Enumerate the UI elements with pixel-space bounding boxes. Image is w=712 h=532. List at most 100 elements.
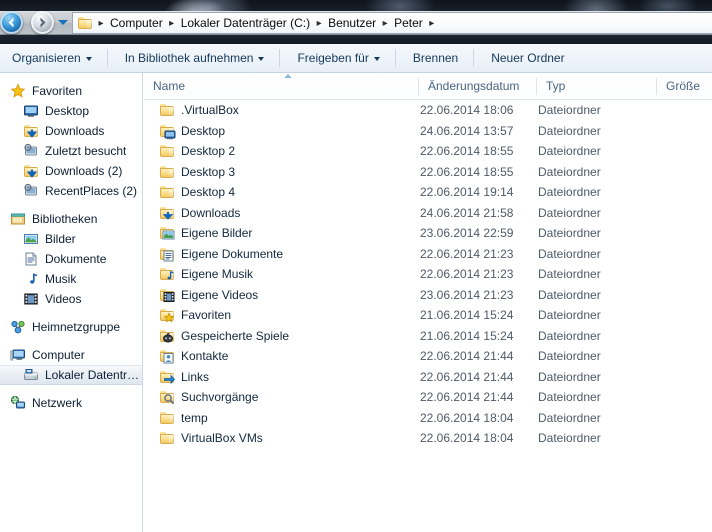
toolbar-separator xyxy=(279,49,281,67)
sidebar-item-downloads[interactable]: Downloads xyxy=(0,121,142,141)
breadcrumb-separator[interactable]: ▸ xyxy=(95,18,107,29)
sidebar-item-music[interactable]: Musik xyxy=(0,269,142,289)
navigation-pane[interactable]: Favoriten Desktop Downloads Zuletzt besucht… xyxy=(0,73,143,532)
column-type[interactable]: Typ xyxy=(537,73,657,99)
file-list[interactable]: .VirtualBox 22.06.2014 18:06 Dateiordner De… xyxy=(144,100,712,449)
file-name-cell: Desktop 4 xyxy=(159,184,235,200)
file-name-cell: Desktop 3 xyxy=(159,164,235,180)
file-name-cell: Gespeicherte Spiele xyxy=(159,328,289,344)
burn-button[interactable]: Brennen xyxy=(403,47,468,70)
folder-desktop-icon xyxy=(159,123,176,139)
sidebar-item-local-disk[interactable]: Lokaler Datenträger xyxy=(0,365,142,385)
column-name[interactable]: Name xyxy=(144,73,418,99)
file-name-label: Eigene Musik xyxy=(181,267,254,282)
sidebar-item-downloads-2[interactable]: Downloads (2) xyxy=(0,161,142,181)
file-name-cell: Eigene Musik xyxy=(159,266,253,282)
table-row[interactable]: Eigene Videos 23.06.2014 21:23 Dateiordner xyxy=(144,285,712,306)
recent-pages-dropdown[interactable] xyxy=(57,18,69,28)
file-type-cell: Dateiordner xyxy=(538,287,601,302)
table-row[interactable]: VirtualBox VMs 22.06.2014 18:04 Dateiordne… xyxy=(144,428,712,449)
folder-favorites-icon xyxy=(159,307,175,323)
table-row[interactable]: Downloads 24.06.2014 21:58 Dateiordner xyxy=(144,203,712,224)
sidebar-item-pictures[interactable]: Bilder xyxy=(0,229,142,249)
address-bar[interactable]: ▸ Computer ▸ Lokaler Datenträger (C:) ▸ Benu… xyxy=(72,12,712,34)
new-folder-button[interactable]: Neuer Ordner xyxy=(481,47,574,70)
file-date-cell: 21.06.2014 15:24 xyxy=(420,328,514,343)
sidebar-item-label: Downloads xyxy=(45,124,105,138)
share-with-button[interactable]: Freigeben für xyxy=(287,47,389,70)
column-date-modified[interactable]: Änderungsdatum xyxy=(419,73,537,99)
file-name-cell: Eigene Bilder xyxy=(159,225,252,241)
file-date-cell: 23.06.2014 21:23 xyxy=(420,287,514,302)
file-name-label: Desktop 2 xyxy=(181,144,236,159)
table-row[interactable]: .VirtualBox 22.06.2014 18:06 Dateiordner xyxy=(144,100,712,121)
breadcrumb-item-3[interactable]: Benutzer xyxy=(325,15,379,31)
folder-icon xyxy=(77,16,93,30)
sidebar-item-recentplaces-2[interactable]: RecentPlaces (2) xyxy=(0,181,142,201)
sidebar-item-recent[interactable]: Zuletzt besucht xyxy=(0,141,142,161)
sidebar-item-desktop[interactable]: Desktop xyxy=(0,101,142,121)
table-row[interactable]: Suchvorgänge 22.06.2014 21:44 Dateiordner xyxy=(144,387,712,408)
forward-button[interactable] xyxy=(31,11,54,34)
sidebar-group-network[interactable]: Netzwerk xyxy=(0,393,142,413)
breadcrumb-separator[interactable]: ▸ xyxy=(379,18,391,29)
table-row[interactable]: Links 22.06.2014 21:44 Dateiordner xyxy=(144,367,712,388)
breadcrumb-item-4[interactable]: Peter xyxy=(391,15,426,31)
downloads-folder-icon xyxy=(23,163,39,179)
breadcrumb: Computer ▸ Lokaler Datenträger (C:) ▸ Benutz… xyxy=(107,15,438,31)
folder-icon xyxy=(159,430,175,446)
table-row[interactable]: Desktop 2 22.06.2014 18:55 Dateiordner xyxy=(144,141,712,162)
sidebar-group: Netzwerk xyxy=(0,393,142,413)
file-type-cell: Dateiordner xyxy=(538,369,601,384)
file-date-cell: 22.06.2014 21:44 xyxy=(420,369,514,384)
table-row[interactable]: Eigene Musik 22.06.2014 21:23 Dateiordner xyxy=(144,264,712,285)
back-button[interactable] xyxy=(0,11,23,34)
breadcrumb-item-1[interactable]: Computer xyxy=(107,15,166,31)
table-row[interactable]: Favoriten 21.06.2014 15:24 Dateiordner xyxy=(144,305,712,326)
sidebar-group-label: Netzwerk xyxy=(32,396,83,410)
file-date-cell: 22.06.2014 21:23 xyxy=(420,267,514,282)
table-row[interactable]: Gespeicherte Spiele 21.06.2014 15:24 Datei… xyxy=(144,326,712,347)
file-name-cell: VirtualBox VMs xyxy=(159,430,263,446)
table-row[interactable]: Desktop 24.06.2014 13:57 Dateiordner xyxy=(144,121,712,142)
file-type-cell: Dateiordner xyxy=(538,390,601,405)
sidebar-item-videos[interactable]: Videos xyxy=(0,289,142,309)
breadcrumb-separator[interactable]: ▸ xyxy=(426,18,438,29)
file-name-label: VirtualBox VMs xyxy=(181,431,263,446)
sidebar-group-computer[interactable]: Computer xyxy=(0,345,142,365)
sidebar-group: Bibliotheken Bilder Dokumente Musik Videos xyxy=(0,209,142,309)
column-size[interactable]: Größe xyxy=(657,73,712,99)
file-name-cell: Eigene Videos xyxy=(159,287,258,303)
column-divider[interactable] xyxy=(656,78,657,95)
table-row[interactable]: Eigene Dokumente 22.06.2014 21:23 Dateiord… xyxy=(144,244,712,265)
sidebar-group-libraries[interactable]: Bibliotheken xyxy=(0,209,142,229)
breadcrumb-separator[interactable]: ▸ xyxy=(166,18,178,29)
sidebar-group-homegroup[interactable]: Heimnetzgruppe xyxy=(0,317,142,337)
sidebar-group-favorites[interactable]: Favoriten xyxy=(0,81,142,101)
table-row[interactable]: Kontakte 22.06.2014 21:44 Dateiordner xyxy=(144,346,712,367)
table-row[interactable]: Desktop 3 22.06.2014 18:55 Dateiordner xyxy=(144,162,712,183)
folder-saved-games-icon xyxy=(159,328,175,344)
downloads-folder-icon xyxy=(23,123,39,139)
toolbar-label: Organisieren xyxy=(12,51,81,65)
table-row[interactable]: temp 22.06.2014 18:04 Dateiordner xyxy=(144,408,712,429)
desktop-icon xyxy=(23,103,39,119)
chevron-down-icon xyxy=(85,57,92,61)
organize-button[interactable]: Organisieren xyxy=(2,47,102,70)
file-name-cell: .VirtualBox xyxy=(159,102,239,118)
include-in-library-button[interactable]: In Bibliothek aufnehmen xyxy=(115,47,275,70)
column-divider[interactable] xyxy=(536,78,537,95)
folder-icon xyxy=(159,164,175,180)
table-row[interactable]: Eigene Bilder 23.06.2014 22:59 Dateiordner xyxy=(144,223,712,244)
table-row[interactable]: Desktop 4 22.06.2014 19:14 Dateiordner xyxy=(144,182,712,203)
column-divider[interactable] xyxy=(418,78,419,95)
file-name-label: Favoriten xyxy=(181,308,232,323)
chevron-down-icon xyxy=(58,20,68,25)
file-name-cell: Downloads xyxy=(159,205,240,221)
file-date-cell: 23.06.2014 22:59 xyxy=(420,226,514,241)
sidebar-item-label: Musik xyxy=(45,272,77,286)
breadcrumb-separator[interactable]: ▸ xyxy=(313,18,325,29)
file-date-cell: 22.06.2014 21:44 xyxy=(420,349,514,364)
sidebar-item-documents[interactable]: Dokumente xyxy=(0,249,142,269)
breadcrumb-item-2[interactable]: Lokaler Datenträger (C:) xyxy=(178,15,313,31)
